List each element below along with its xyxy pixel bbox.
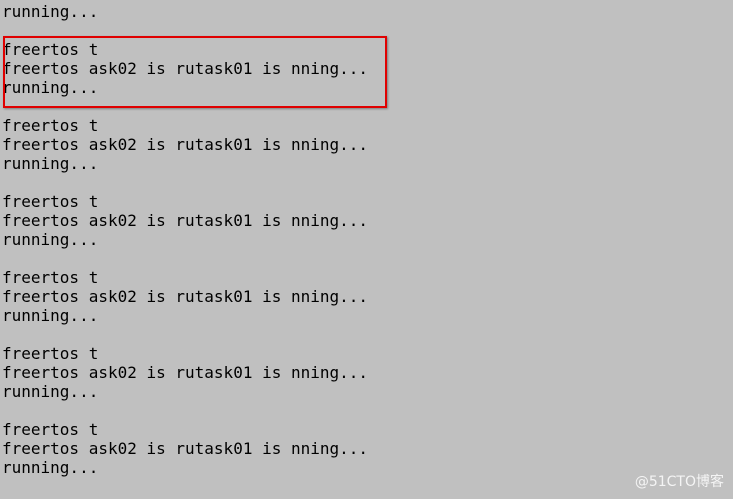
console-line: running... [2,154,99,173]
console-line: running... [2,78,99,97]
console-line: freertos ask02 is rutask01 is nning... [2,439,369,458]
console-line: running... [2,382,99,401]
console-line: freertos t [2,420,99,439]
console-line: freertos t [2,268,99,287]
console-line: freertos t [2,344,99,363]
console-line: freertos t [2,192,99,211]
console-line: freertos t [2,116,99,135]
console-line: freertos ask02 is rutask01 is nning... [2,363,369,382]
watermark-text: @51CTO博客 [634,474,724,490]
console-line: running... [2,458,99,477]
console-line: freertos ask02 is rutask01 is nning... [2,59,369,78]
console-line: running... [2,2,99,21]
console-output: running... freertos t freertos ask02 is ru… [0,0,733,499]
console-line: freertos ask02 is rutask01 is nning... [2,287,369,306]
console-line: freertos ask02 is rutask01 is nning... [2,211,369,230]
console-line: freertos ask02 is rutask01 is nning... [2,135,369,154]
console-line: freertos t [2,40,99,59]
console-line: running... [2,306,99,325]
console-line: running... [2,230,99,249]
